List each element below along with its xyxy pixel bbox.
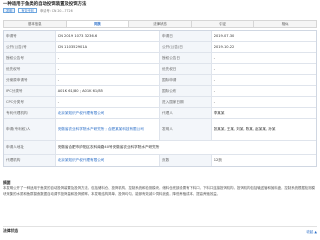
field-label: 申请(专利权)人 — [4, 119, 56, 140]
field-label: IPC分类号 — [4, 86, 56, 96]
field-label: 授权公告日 — [160, 53, 212, 63]
field-value: 李某某 — [213, 110, 225, 115]
field-label: 国际申请 — [160, 75, 212, 85]
inventor-list: 张某某, 王某, 刘某, 陈某, 赵某某, 孙某 — [213, 127, 276, 132]
tab-bar: 基本信息 同族 法律状态 引证 相似 — [3, 20, 317, 28]
tab-citation[interactable]: 引证 — [192, 21, 255, 27]
field-label: 专利代理机构 — [4, 108, 56, 118]
field-label: 优先权日 — [160, 64, 212, 74]
field-label: 优先权号 — [4, 64, 56, 74]
table-row: 代理机构 北京某知识产权代理有限公司 页数 12页 — [4, 155, 316, 166]
status-tag[interactable]: 有效专利 — [18, 7, 38, 13]
field-label: 进入国家日期 — [160, 97, 212, 107]
field-value: - — [213, 89, 215, 93]
field-label: 申请人地址 — [4, 141, 56, 154]
table-row: 申请号 CN 2019 1073 3236.6 申请日 2019.07.30 — [4, 31, 316, 42]
field-label: 代理人 — [160, 108, 212, 118]
field-label: 公开(公告)日 — [160, 42, 212, 52]
field-value: - — [213, 56, 215, 60]
meta-row: 发明 有效专利 申请号: CN 20...7726 — [3, 7, 73, 13]
type-tag[interactable]: 发明 — [3, 7, 16, 13]
table-row: 分案原申请号 - 国际申请 - — [4, 75, 316, 86]
title-row: 一种适用于鱼类的自动投饵装置及投饵方法 — [3, 1, 317, 7]
field-value: - — [56, 64, 161, 74]
table-row: IPC分类号 A01K 61/80 ; A01K 61/85 国际公布 - — [4, 86, 316, 97]
field-value: A01K 61/80 ; A01K 61/85 — [56, 86, 161, 96]
table-row: 优先权号 - 优先权日 - — [4, 64, 316, 75]
field-value: 2019.07.30 — [213, 34, 235, 38]
application-meta: 申请号: CN 20...7726 — [40, 8, 73, 13]
field-label: 国际公布 — [160, 86, 212, 96]
abstract-text: 本发明公开了一种适用于鱼类的自动投饵装置及投饵方法，包括储料仓、投饵机构、控制系… — [3, 186, 315, 196]
field-label: 公开(公告)号 — [4, 42, 56, 52]
field-value: - — [213, 67, 215, 71]
section-title: 法律状态 — [3, 228, 19, 233]
collapse-button[interactable]: 收起 ▲ — [307, 229, 317, 234]
table-row: CPC分类号 - 进入国家日期 - — [4, 97, 316, 108]
agency-link[interactable]: 北京某知识产权代理有限公司 — [56, 108, 161, 118]
table-row: 授权公告号 - 授权公告日 - — [4, 53, 316, 64]
info-grid: 申请号 CN 2019 1073 3236.6 申请日 2019.07.30 公… — [3, 30, 317, 167]
field-value: 12页 — [213, 158, 222, 162]
table-row: 公开(公告)号 CN 110352901A 公开(公告)日 2019.10.22 — [4, 42, 316, 53]
tab-family[interactable]: 同族 — [66, 21, 130, 27]
field-value: - — [56, 75, 161, 85]
field-value: - — [213, 100, 215, 104]
table-row: 申请(专利权)人 安徽省农业科学院水产研究所 ; 合肥某某科技有限公司 发明人 … — [4, 119, 316, 141]
field-label: 页数 — [160, 155, 212, 166]
field-label: CPC分类号 — [4, 97, 56, 107]
tab-legal-status[interactable]: 法律状态 — [129, 21, 192, 27]
legal-status-bar: 法律状态 收起 ▲ — [3, 226, 317, 235]
field-value: CN 110352901A — [56, 42, 161, 52]
applicant-address: 安徽省合肥市庐阳区农科南路40号安徽省农业科学院水产研究所 — [57, 145, 160, 150]
field-label: 申请号 — [4, 31, 56, 41]
tab-similar[interactable]: 相似 — [254, 21, 316, 27]
table-row: 专利代理机构 北京某知识产权代理有限公司 代理人 李某某 — [4, 108, 316, 119]
field-label: 发明人 — [160, 119, 212, 140]
field-value: 2019.10.22 — [213, 45, 235, 49]
field-value: - — [213, 78, 215, 82]
field-label: 申请日 — [160, 31, 212, 41]
applicant-link[interactable]: 安徽省农业科学院水产研究所 ; 合肥某某科技有限公司 — [56, 119, 161, 140]
field-label: 分案原申请号 — [4, 75, 56, 85]
table-row: 申请人地址 安徽省合肥市庐阳区农科南路40号安徽省农业科学院水产研究所 — [4, 141, 316, 155]
field-label: 代理机构 — [4, 155, 56, 166]
field-value: - — [56, 97, 161, 107]
field-label: 授权公告号 — [4, 53, 56, 63]
agency-link[interactable]: 北京某知识产权代理有限公司 — [56, 155, 161, 166]
field-value: - — [56, 53, 161, 63]
tab-basic-info[interactable]: 基本信息 — [4, 21, 67, 27]
field-value: CN 2019 1073 3236.6 — [56, 31, 161, 41]
